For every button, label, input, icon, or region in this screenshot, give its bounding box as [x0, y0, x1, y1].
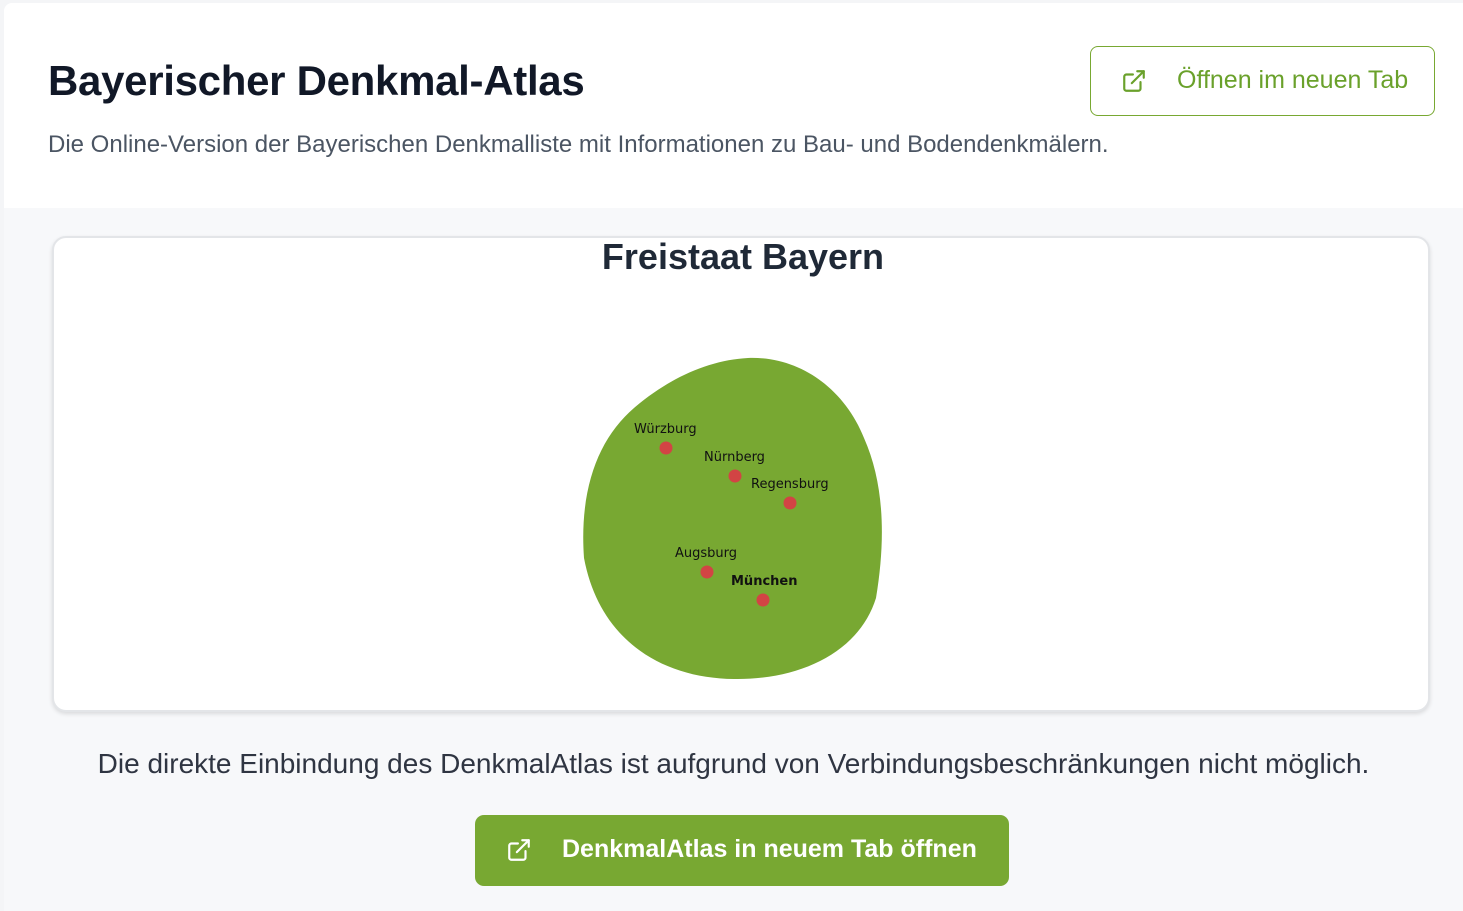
open-in-new-tab-button[interactable]: Öffnen im neuen Tab	[1090, 46, 1435, 116]
city-marker-muenchen[interactable]	[756, 593, 770, 607]
page-subtitle: Die Online-Version der Bayerischen Denkm…	[48, 131, 1109, 158]
map-canvas: Würzburg Nürnberg Regensburg Augsburg Münche…	[583, 357, 882, 680]
city-marker-augsburg[interactable]	[700, 565, 714, 579]
city-label-regensburg: Regensburg	[751, 477, 829, 492]
open-denkmalatlas-label: DenkmalAtlas in neuem Tab öffnen	[562, 835, 977, 863]
city-label-muenchen: München	[731, 574, 797, 589]
open-denkmalatlas-button[interactable]: DenkmalAtlas in neuem Tab öffnen	[475, 815, 1009, 886]
city-label-wuerzburg: Würzburg	[634, 422, 697, 437]
header: Bayerischer Denkmal-Atlas Die Online-Ver…	[4, 3, 1463, 208]
embed-notice: Die direkte Einbindung des DenkmalAtlas …	[97, 748, 1370, 779]
external-link-icon	[508, 839, 530, 861]
city-label-augsburg: Augsburg	[675, 546, 737, 561]
open-in-new-tab-label: Öffnen im neuen Tab	[1177, 66, 1409, 94]
city-label-nuernberg: Nürnberg	[704, 450, 765, 465]
bavaria-region	[583, 357, 882, 680]
city-marker-nuernberg[interactable]	[728, 469, 742, 483]
external-link-icon	[1123, 70, 1145, 92]
page-title: Bayerischer Denkmal-Atlas	[48, 57, 585, 104]
city-marker-regensburg[interactable]	[783, 496, 797, 510]
map-card[interactable]: Freistaat Bayern Würzburg Nürnberg Regensb…	[52, 236, 1430, 712]
page: Bayerischer Denkmal-Atlas Die Online-Ver…	[4, 3, 1463, 911]
city-marker-wuerzburg[interactable]	[659, 441, 673, 455]
